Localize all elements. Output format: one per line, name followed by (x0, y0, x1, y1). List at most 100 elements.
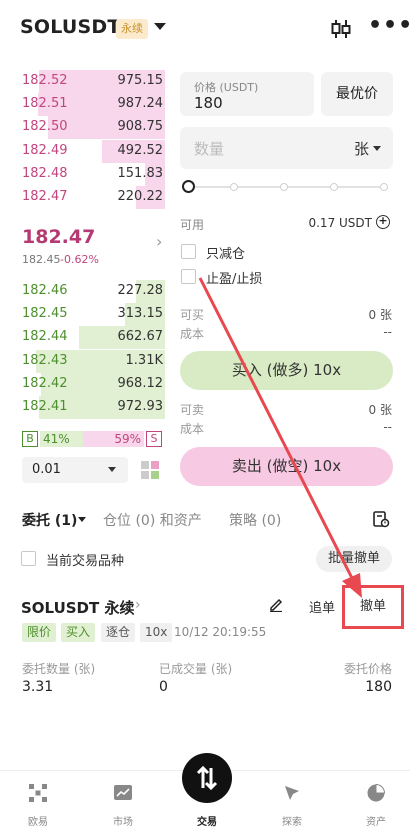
nav-item-trade[interactable] (182, 753, 232, 803)
chase-order-button[interactable]: 追单 (309, 597, 335, 616)
nav-item-okx[interactable]: 欧易 (8, 783, 68, 828)
ask-qty: 975.15 (117, 73, 164, 88)
buy-max-label: 可买 (180, 308, 205, 322)
compass-icon (285, 786, 299, 800)
order-qty-value: 3.31 (22, 679, 54, 695)
ask-row[interactable]: 182.50 908.75 (0, 116, 165, 140)
ask-row[interactable]: 182.47 220.22 (0, 186, 165, 209)
nav-item-assets[interactable]: 资产 (346, 783, 406, 828)
ask-qty: 987.24 (117, 96, 164, 112)
bid-qty: 227.28 (117, 283, 164, 298)
quantity-input[interactable]: 数量 张 (180, 127, 393, 169)
chevron-right-icon[interactable]: › (135, 597, 141, 613)
more-icon[interactable]: ••• (368, 15, 410, 37)
sell-max-value: 0 张 (368, 403, 392, 417)
orders-tabs: 委托 (1) 仓位 (0) 和资产 策略 (0) (0, 500, 410, 540)
slider-step-25[interactable] (230, 183, 238, 191)
slider-step-100[interactable] (380, 183, 388, 191)
tab-strategy[interactable]: 策略 (0) (229, 510, 281, 530)
ask-price: 182.52 (22, 73, 68, 88)
bid-row[interactable]: 182.44 662.67 (0, 326, 165, 350)
bid-qty: 662.67 (117, 329, 164, 345)
bid-row[interactable]: 182.41 972.93 (0, 396, 165, 419)
nav-label-explore: 探索 (282, 817, 302, 828)
batch-cancel-button[interactable]: 批量撤单 (316, 546, 392, 572)
tab-positions[interactable]: 仓位 (0) 和资产 (103, 510, 202, 530)
quantity-slider[interactable] (182, 180, 390, 194)
tp-sl-label: 止盈/止损 (206, 272, 263, 287)
sell-cost-value: -- (383, 420, 392, 434)
checkbox-icon[interactable] (181, 244, 196, 259)
trade-swap-icon (196, 765, 218, 791)
bid-price: 182.44 (22, 329, 68, 345)
buy-cost-label: 成本 (180, 327, 205, 341)
bid-qty: 972.93 (117, 399, 164, 414)
edit-icon[interactable] (268, 596, 284, 612)
add-funds-icon[interactable]: + (376, 215, 390, 229)
ask-row[interactable]: 182.51 987.24 (0, 93, 165, 117)
buy-cost-value: -- (383, 325, 392, 339)
chevron-down-icon[interactable] (78, 517, 86, 522)
bid-row[interactable]: 182.45 313.15 (0, 303, 165, 327)
candlestick-icon[interactable] (330, 18, 352, 40)
order-price-label: 委托价格 (343, 662, 392, 676)
slider-handle[interactable] (182, 180, 195, 193)
ratio-buy-label: B (22, 431, 38, 447)
order-side-tag: 买入 (61, 623, 96, 642)
price-label: 价格 (USDT) (194, 81, 259, 94)
pie-chart-icon (367, 783, 386, 802)
ask-qty: 220.22 (117, 189, 164, 204)
buy-long-button[interactable]: 买入 (做多) 10x (180, 351, 393, 390)
order-price-value: 180 (365, 679, 392, 695)
order-symbol[interactable]: SOLUSDT 永续 (21, 597, 134, 618)
nav-item-market[interactable]: 市场 (93, 783, 153, 828)
bid-qty: 313.15 (117, 306, 164, 322)
best-price-button[interactable]: 最优价 (321, 72, 393, 116)
chevron-right-icon[interactable]: › (156, 232, 162, 251)
sell-short-button[interactable]: 卖出 (做空) 10x (180, 447, 393, 486)
leverage-tag: 10x (140, 623, 173, 642)
tab-open-orders[interactable]: 委托 (1) (22, 510, 77, 530)
slider-step-75[interactable] (330, 183, 338, 191)
bid-qty: 1.31K (125, 352, 163, 368)
ask-price: 182.49 (22, 142, 68, 158)
ratio-sell-percent: 59% (114, 432, 141, 446)
ask-row[interactable]: 182.48 151.83 (0, 162, 165, 186)
ask-row[interactable]: 182.52 975.15 (0, 70, 165, 93)
symbol-title[interactable]: SOLUSDT (20, 16, 121, 38)
ratio-buy-percent: 41% (43, 432, 70, 446)
symbol-dropdown-icon[interactable] (154, 23, 166, 30)
bid-row[interactable]: 182.43 1.31K (0, 349, 165, 373)
checkbox-icon[interactable] (21, 551, 36, 566)
sell-cost-label: 成本 (180, 422, 205, 436)
available-label: 可用 (180, 218, 205, 232)
precision-value: 0.01 (32, 462, 61, 477)
ask-qty: 908.75 (117, 119, 164, 135)
bottom-nav: 欧易 市场 交易 探索 资产 (0, 753, 410, 833)
ask-qty: 151.83 (117, 165, 164, 181)
cancel-order-button[interactable]: 撤单 (342, 585, 404, 629)
nav-label-assets: 资产 (366, 817, 386, 828)
slider-track (188, 186, 388, 188)
change-percent: -0.62% (60, 253, 99, 266)
price-input[interactable]: 价格 (USDT) 180 (180, 72, 314, 116)
orderbook-fade (0, 58, 170, 70)
buy-max-value: 0 张 (368, 308, 392, 322)
bid-price: 182.43 (22, 352, 68, 368)
precision-select[interactable]: 0.01 (22, 457, 128, 483)
perpetual-badge: 永续 (116, 19, 148, 39)
bid-row[interactable]: 182.46 227.28 (0, 280, 165, 303)
chevron-down-icon (108, 467, 116, 472)
nav-item-explore[interactable]: 探索 (262, 783, 322, 828)
bid-row[interactable]: 182.42 968.12 (0, 372, 165, 396)
slider-step-50[interactable] (280, 183, 288, 191)
last-price: 182.47 (22, 226, 96, 248)
order-history-icon[interactable] (372, 510, 390, 528)
orderbook-layout-icon[interactable] (140, 460, 160, 480)
checkbox-icon[interactable] (181, 269, 196, 284)
ask-row[interactable]: 182.49 492.52 (0, 139, 165, 163)
sell-max-label: 可卖 (180, 403, 205, 417)
bid-price: 182.45 (22, 306, 68, 322)
quantity-unit-select[interactable]: 张 (354, 138, 369, 159)
order-type-tag: 限价 (22, 623, 57, 642)
